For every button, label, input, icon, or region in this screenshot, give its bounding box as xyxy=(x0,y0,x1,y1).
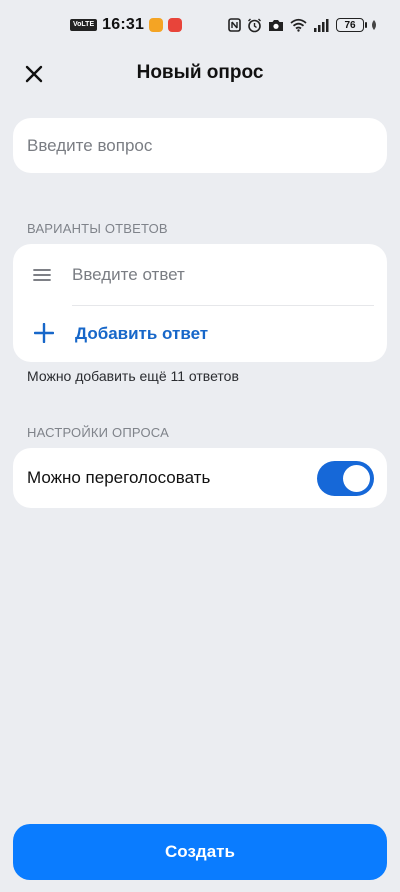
camera-icon xyxy=(269,20,283,31)
question-input[interactable] xyxy=(27,118,373,173)
answer-input[interactable] xyxy=(72,244,372,306)
status-right: 76 xyxy=(228,18,378,33)
close-icon xyxy=(25,65,43,83)
answers-card: Добавить ответ xyxy=(13,244,387,362)
status-time: 16:31 xyxy=(102,16,145,33)
drag-handle-icon[interactable] xyxy=(33,268,51,282)
settings-card: Можно переголосовать xyxy=(13,448,387,508)
toggle-knob xyxy=(343,465,370,492)
wifi-icon xyxy=(290,18,307,32)
signal-icon xyxy=(314,19,329,32)
notification-app-icon xyxy=(168,18,183,32)
add-answer-button[interactable]: Добавить ответ xyxy=(13,306,387,362)
settings-section-title: НАСТРОЙКИ ОПРОСА xyxy=(27,425,169,440)
add-answer-label: Добавить ответ xyxy=(75,324,209,343)
status-left: VoLTE 16:31 xyxy=(70,16,183,34)
close-button[interactable] xyxy=(22,62,46,86)
revote-toggle[interactable] xyxy=(317,461,374,496)
answers-hint: Можно добавить ещё 11 ответов xyxy=(27,368,239,384)
nfc-icon xyxy=(228,18,241,32)
battery-indicator: 76 xyxy=(336,18,367,32)
answers-section-title: ВАРИАНТЫ ОТВЕТОВ xyxy=(27,221,168,236)
alarm-icon xyxy=(248,18,261,32)
revote-label: Можно переголосовать xyxy=(27,468,211,487)
volte-indicator: VoLTE xyxy=(70,19,98,31)
status-bar: VoLTE 16:31 76 xyxy=(0,0,400,50)
leaf-icon xyxy=(372,20,376,30)
page-title: Новый опрос xyxy=(136,62,264,83)
answer-row xyxy=(13,244,387,306)
header: Новый опрос xyxy=(0,50,400,96)
question-card xyxy=(13,118,387,173)
notification-app-icon xyxy=(149,18,164,32)
create-button[interactable]: Создать xyxy=(13,824,387,880)
plus-icon xyxy=(34,323,54,343)
